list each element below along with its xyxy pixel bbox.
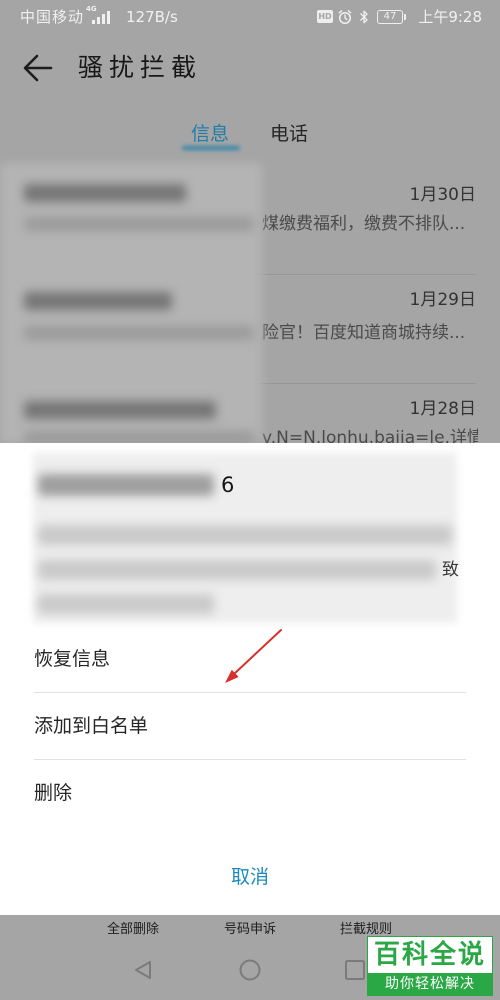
option-label: 删除 <box>34 782 73 804</box>
redacted-sender <box>24 401 216 419</box>
alarm-icon <box>337 9 353 25</box>
redacted-sender <box>38 474 214 496</box>
redacted-text <box>24 326 254 340</box>
delete-option[interactable]: 删除 <box>0 760 500 826</box>
watermark-slogan: 助你轻松解决 <box>368 973 492 995</box>
option-label: 恢复信息 <box>34 648 111 670</box>
watermark-brand: 百科全说 <box>373 940 486 970</box>
nav-back-button[interactable] <box>123 950 163 990</box>
status-bar: 中国移动 4G 127B/s HD 47 上午9:28 <box>0 0 500 34</box>
number-appeal-button[interactable]: 号码申诉 <box>200 916 300 944</box>
add-to-whitelist-option[interactable]: 添加到白名单 <box>0 693 500 759</box>
back-arrow-icon <box>23 54 53 82</box>
redacted-sender <box>24 292 172 310</box>
redacted-text <box>24 217 254 231</box>
page-title: 骚扰拦截 <box>78 53 203 82</box>
message-body-fragment: 致 <box>442 560 459 580</box>
back-button[interactable] <box>17 48 57 88</box>
hd-icon: HD <box>317 10 333 23</box>
option-label: 添加到白名单 <box>34 715 149 737</box>
delete-all-button[interactable]: 全部删除 <box>83 916 183 944</box>
message-date: 1月28日 <box>409 399 476 419</box>
cancel-button[interactable]: 取消 <box>150 853 350 901</box>
battery-icon: 47 <box>377 10 406 24</box>
message-date: 1月29日 <box>409 290 476 310</box>
nav-home-icon <box>239 959 261 981</box>
nav-home-button[interactable] <box>230 950 270 990</box>
bluetooth-icon <box>359 9 369 25</box>
redacted-sender <box>24 184 186 202</box>
red-arrow-annotation <box>225 629 282 683</box>
message-preview: 煤缴费福利，缴费不排队... <box>262 214 466 234</box>
clock: 上午9:28 <box>418 8 482 26</box>
battery-level: 47 <box>383 11 397 22</box>
redacted-text <box>38 594 214 614</box>
message-preview: 险官！百度知道商城持续... <box>262 323 466 343</box>
message-sender-fragment: 6 <box>221 473 235 497</box>
nav-back-icon <box>135 961 151 979</box>
carrier-name: 中国移动 <box>20 8 85 26</box>
signal-icon <box>92 11 112 24</box>
tab-calls[interactable]: 电话 <box>250 114 328 154</box>
redacted-text <box>38 525 452 545</box>
message-date: 1月30日 <box>409 185 476 205</box>
watermark-logo: 百科全说 助你轻松解决 <box>367 936 493 996</box>
redacted-text <box>38 560 436 580</box>
active-tab-indicator <box>182 146 240 150</box>
network-speed: 127B/s <box>126 8 178 26</box>
